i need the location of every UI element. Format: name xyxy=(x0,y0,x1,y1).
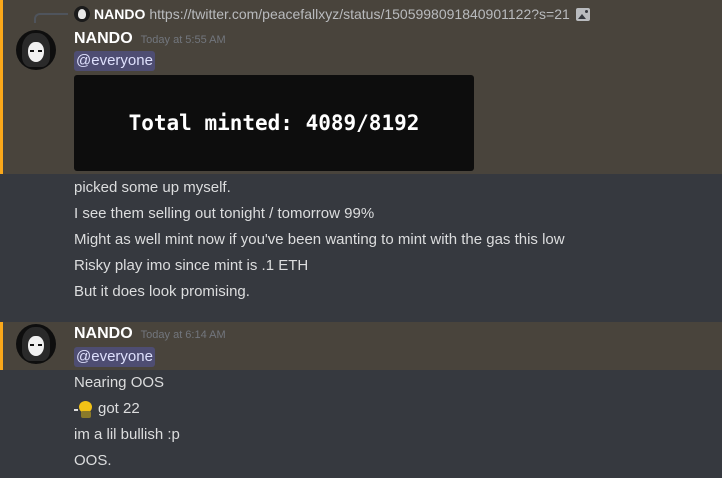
timestamp[interactable]: Today at 6:14 AM xyxy=(141,329,226,341)
message-header: NANDO Today at 6:14 AM xyxy=(74,325,226,343)
avatar[interactable] xyxy=(16,30,56,70)
message-line-with-emoji: got 22 xyxy=(74,399,140,419)
message-line-text: got 22 xyxy=(98,400,140,417)
avatar[interactable] xyxy=(16,324,56,364)
everyone-mention[interactable]: @everyone xyxy=(74,347,155,367)
image-text: Total minted: 4089/8192 xyxy=(128,111,420,135)
message-line: Nearing OOS xyxy=(74,374,165,391)
message-line: OOS. xyxy=(74,452,112,469)
username[interactable]: NANDO xyxy=(74,325,133,343)
message-line: I see them selling out tonight / tomorro… xyxy=(74,205,375,222)
username[interactable]: NANDO xyxy=(74,30,133,48)
attached-image[interactable]: Total minted: 4089/8192 xyxy=(74,75,474,171)
everyone-mention[interactable]: @everyone xyxy=(74,51,155,71)
reply-preview[interactable]: NANDO https://twitter.com/peacefallxyz/s… xyxy=(74,5,590,23)
message-header: NANDO Today at 5:55 AM xyxy=(74,30,226,48)
image-icon xyxy=(575,7,590,21)
reply-author[interactable]: NANDO xyxy=(94,6,145,22)
message-line: Might as well mint now if you've been wa… xyxy=(74,231,565,248)
reply-spine xyxy=(34,13,68,23)
bot-emoji-icon[interactable] xyxy=(74,400,94,418)
reply-avatar-icon xyxy=(74,6,90,22)
message-line: Risky play imo since mint is .1 ETH xyxy=(74,257,309,274)
timestamp[interactable]: Today at 5:55 AM xyxy=(141,34,226,46)
message-line: im a lil bullish :p xyxy=(74,426,180,443)
message-line: picked some up myself. xyxy=(74,179,231,196)
message-line: But it does look promising. xyxy=(74,283,250,300)
reply-text[interactable]: https://twitter.com/peacefallxyz/status/… xyxy=(149,6,569,22)
